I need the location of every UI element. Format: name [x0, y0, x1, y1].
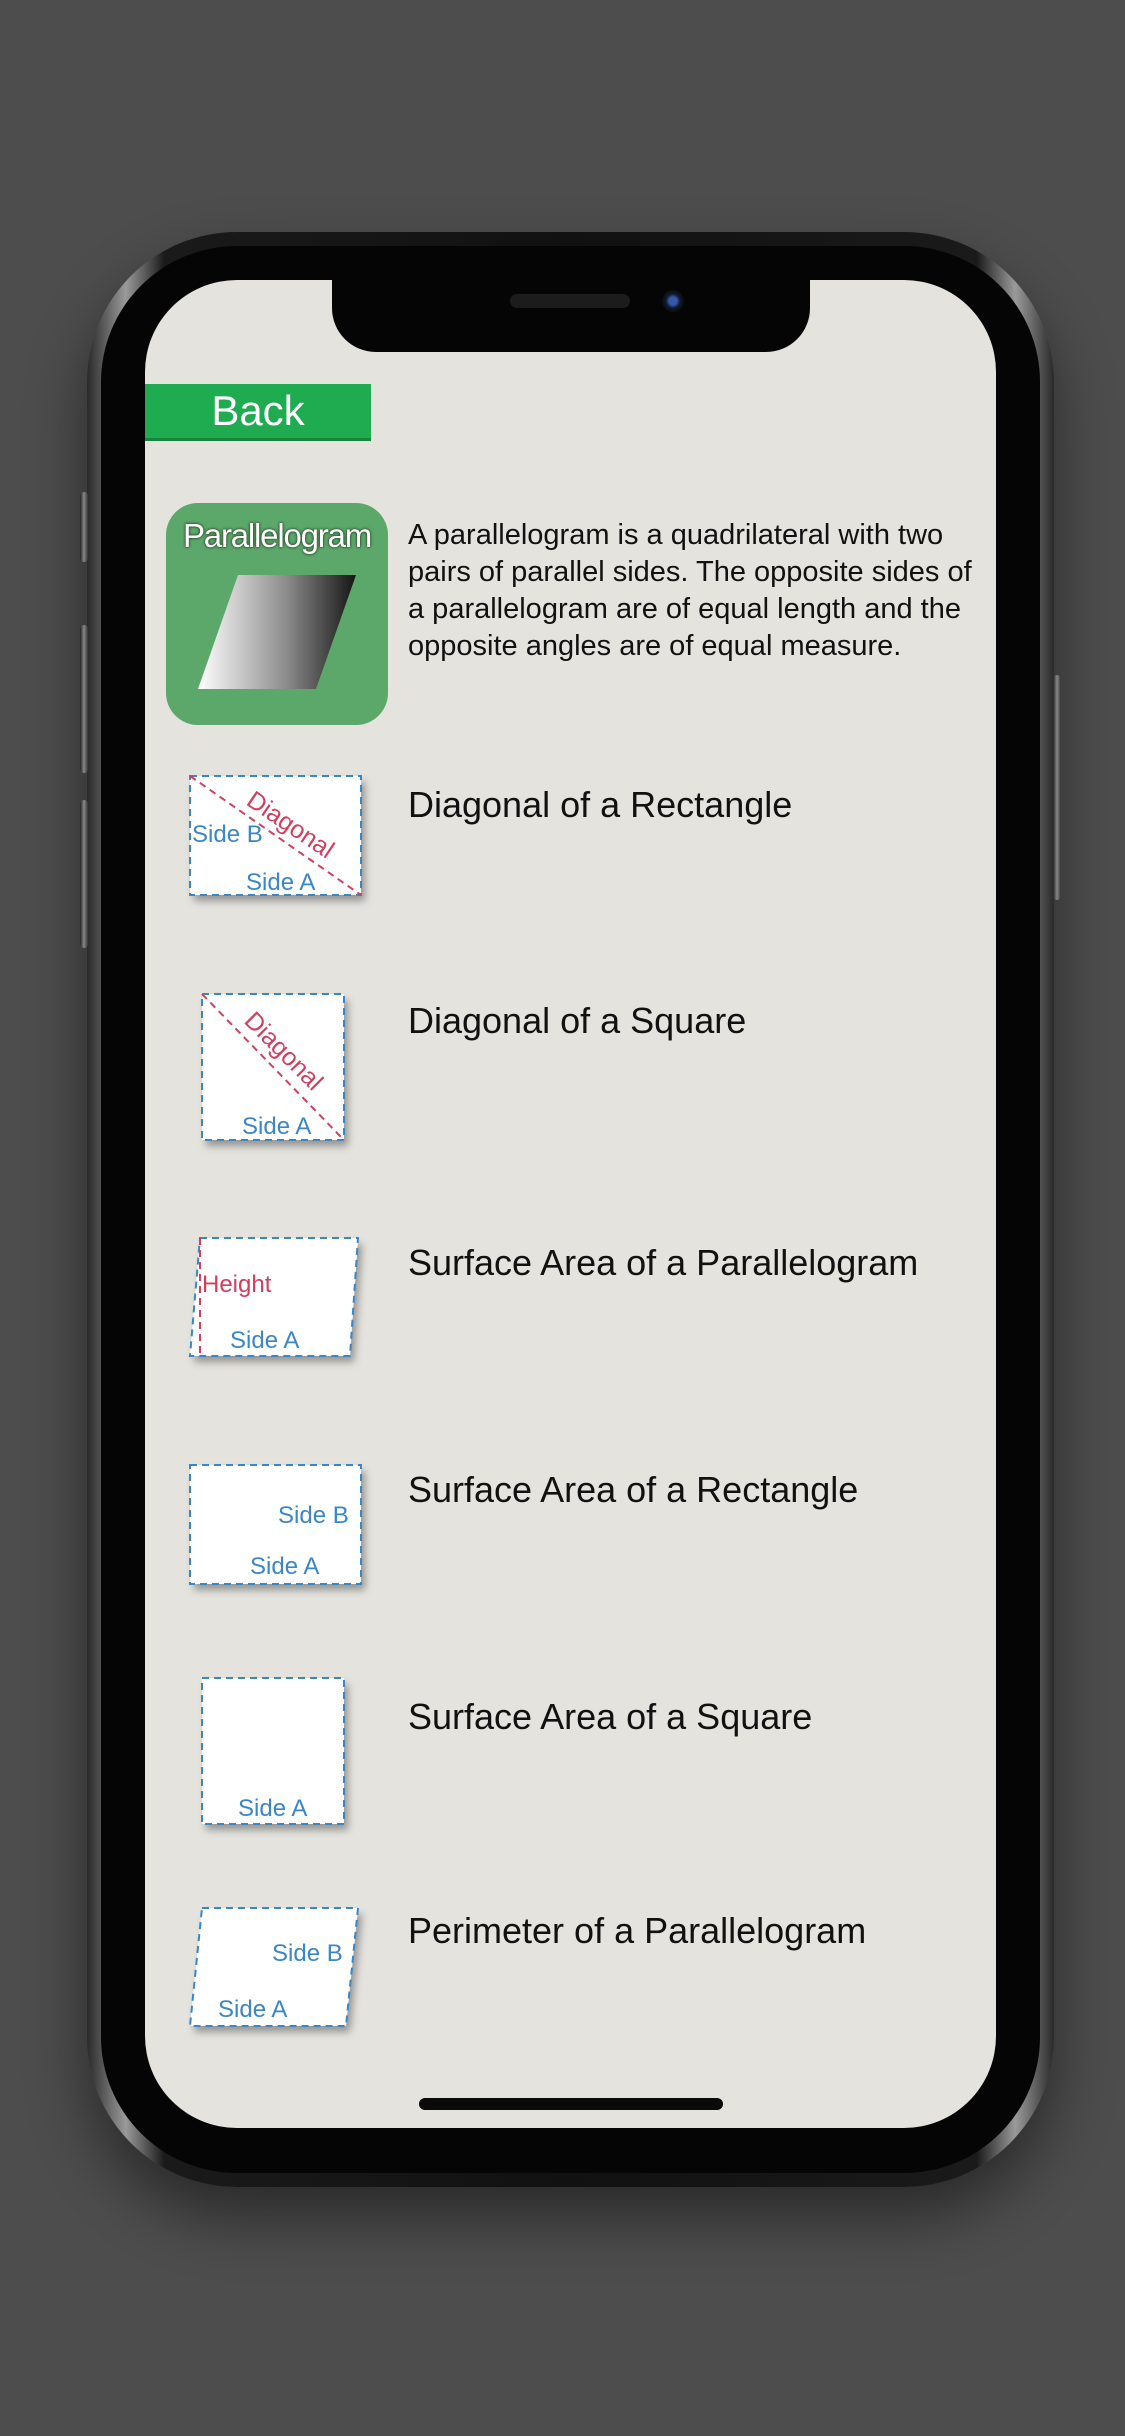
feature-description: A parallelogram is a quadrilateral with …: [408, 519, 972, 662]
side-a-label: Side A: [230, 1327, 299, 1354]
formula-row-diagonal-square[interactable]: Diagonal Side A Diagonal of a Square: [145, 986, 996, 1166]
formula-label: Surface Area of a Parallelogram: [408, 1242, 919, 1283]
formula-label: Surface Area of a Square: [408, 1696, 813, 1737]
side-a-label: Side A: [242, 1113, 311, 1140]
formula-row-perimeter-parallelogram[interactable]: Side B Side A Perimeter of a Parallelogr…: [145, 1900, 996, 2080]
formula-label: Perimeter of a Parallelogram: [408, 1910, 867, 1951]
power-button: [1053, 675, 1061, 900]
formula-row-area-square[interactable]: Side A Surface Area of a Square: [145, 1670, 996, 1850]
formula-label: Surface Area of a Rectangle: [408, 1469, 859, 1510]
volume-down-button: [80, 800, 88, 948]
side-b-label: Side B: [272, 1940, 343, 1967]
formula-row-area-parallelogram[interactable]: Height Side A Surface Area of a Parallel…: [145, 1230, 996, 1410]
front-camera: [662, 290, 684, 312]
area-square-thumbnail: Side A: [201, 1677, 345, 1825]
side-b-label: Side B: [192, 821, 263, 848]
formula-label: Diagonal of a Square: [408, 1000, 747, 1041]
side-a-label: Side A: [218, 1996, 287, 2023]
home-indicator[interactable]: [419, 2098, 723, 2110]
area-rectangle-thumbnail: Side B Side A: [189, 1464, 362, 1585]
side-a-label: Side A: [238, 1795, 307, 1822]
side-a-label: Side A: [246, 869, 315, 896]
back-button[interactable]: Back: [145, 384, 371, 441]
diagonal-square-thumbnail: Diagonal Side A: [201, 993, 345, 1141]
notch: [332, 280, 810, 352]
screen: Back Parallelogram A parallelogram is a …: [145, 280, 996, 2128]
height-label: Height: [202, 1271, 272, 1298]
side-b-label: Side B: [278, 1502, 349, 1529]
parallelogram-app-icon: Parallelogram: [166, 503, 388, 725]
formula-row-area-rectangle[interactable]: Side B Side A Surface Area of a Rectangl…: [145, 1457, 996, 1637]
formula-label: Diagonal of a Rectangle: [408, 784, 793, 825]
speaker-grille: [510, 294, 630, 308]
area-parallelogram-thumbnail: Height Side A: [188, 1237, 360, 1357]
side-a-label: Side A: [250, 1553, 319, 1580]
formula-row-diagonal-rectangle[interactable]: Diagonal Side B Side A Diagonal of a Rec…: [145, 768, 996, 948]
perimeter-parallelogram-thumbnail: Side B Side A: [188, 1907, 360, 2027]
silent-switch: [80, 492, 88, 562]
diagonal-rectangle-thumbnail: Diagonal Side B Side A: [189, 775, 362, 896]
parallelogram-shape-icon: [198, 575, 356, 689]
volume-up-button: [80, 625, 88, 773]
